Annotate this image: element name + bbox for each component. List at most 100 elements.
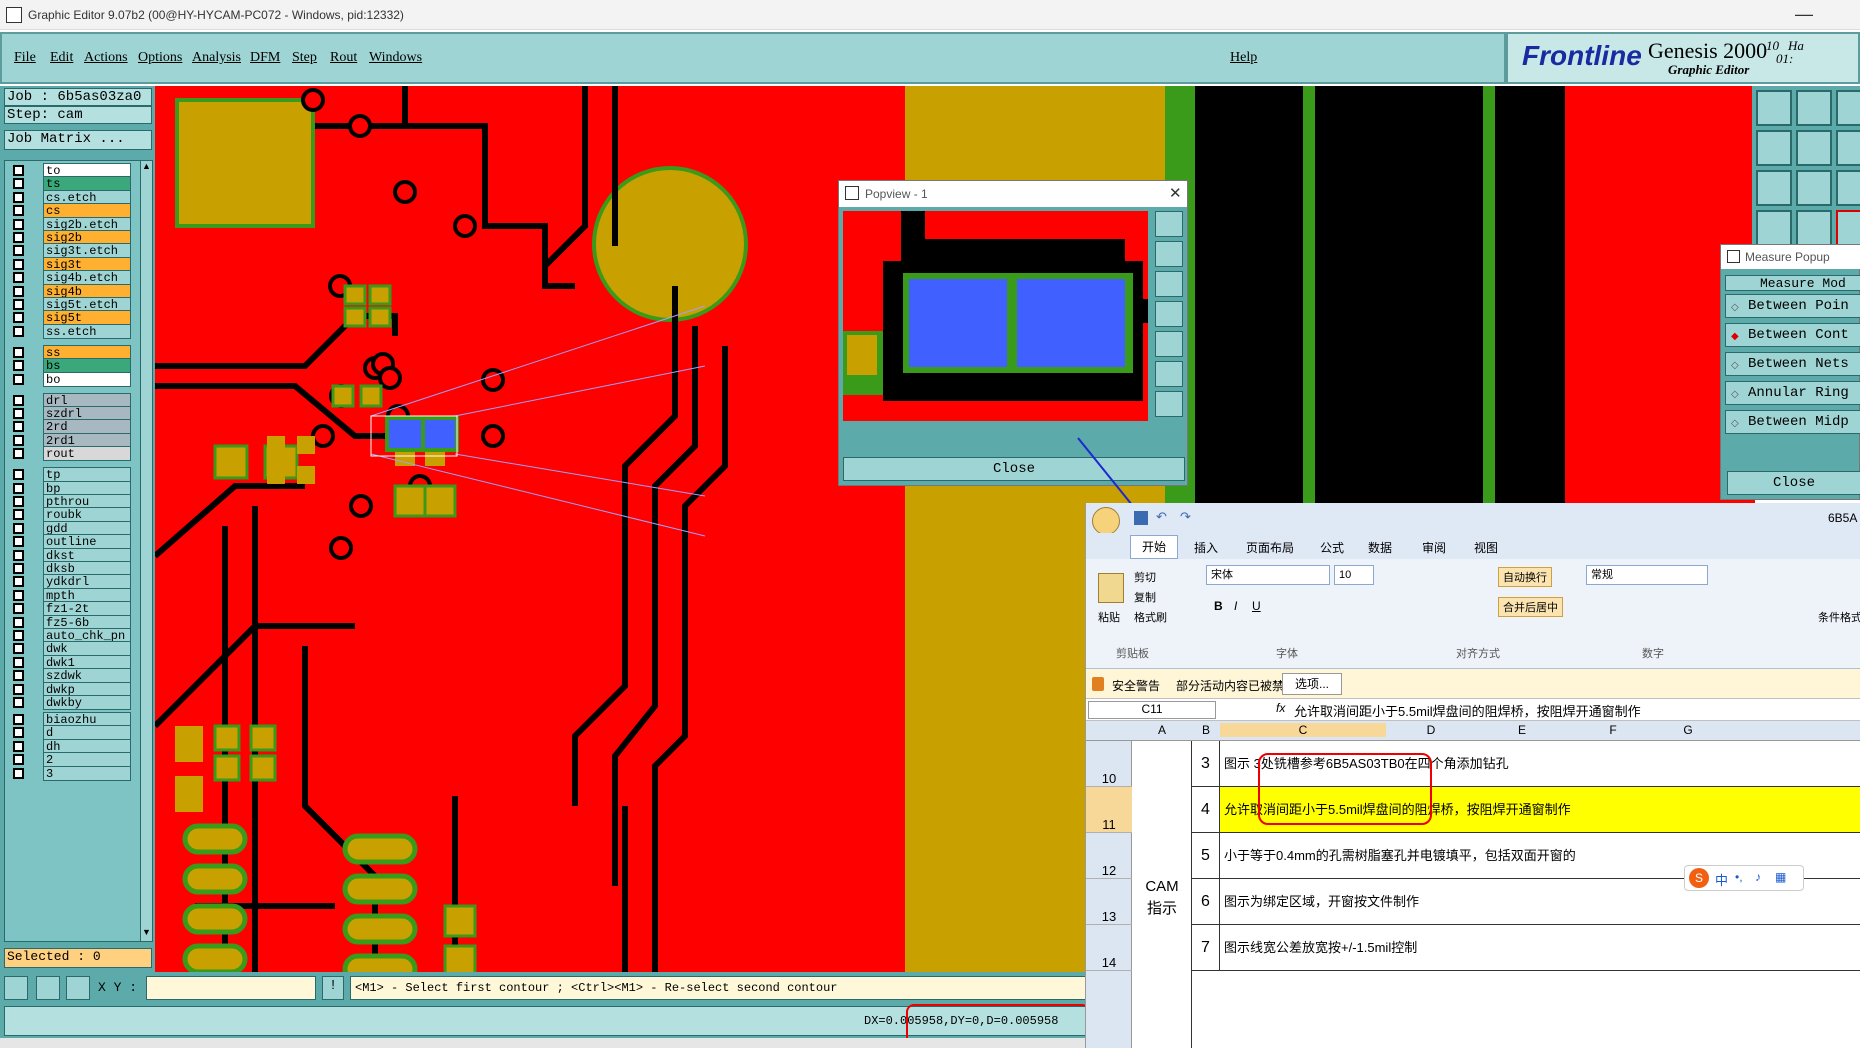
layer-checkbox[interactable] bbox=[13, 754, 24, 766]
layer-checkbox[interactable] bbox=[13, 191, 24, 203]
popview-right-icon[interactable] bbox=[1155, 331, 1183, 357]
scroll-up-icon[interactable]: ▲ bbox=[142, 161, 151, 173]
layer-checkbox[interactable] bbox=[13, 740, 24, 752]
tab-view[interactable]: 视图 bbox=[1474, 539, 1498, 556]
layer-checkbox[interactable] bbox=[13, 232, 24, 243]
layer-row[interactable]: 3 bbox=[7, 765, 131, 781]
options-button[interactable]: 选项... bbox=[1282, 673, 1342, 695]
layer-checkbox[interactable] bbox=[13, 522, 24, 534]
item-number[interactable]: 4 bbox=[1192, 787, 1220, 833]
menu-edit[interactable]: Edit bbox=[50, 50, 73, 66]
popview-drawing[interactable] bbox=[843, 211, 1148, 421]
info-icon[interactable]: ! bbox=[322, 976, 344, 1000]
layer-checkbox[interactable] bbox=[13, 670, 24, 682]
between-contours-option[interactable]: Between Cont bbox=[1725, 323, 1860, 347]
instruction-cell[interactable]: 允许取消间距小于5.5mil焊盘间的阻焊桥，按阻焊开通窗制作 bbox=[1220, 787, 1860, 833]
formula-input[interactable]: 允许取消间距小于5.5mil焊盘间的阻焊桥，按阻焊开通窗制作 bbox=[1294, 701, 1641, 720]
instruction-cell[interactable]: 图示线宽公差放宽按+/-1.5mil控制 bbox=[1220, 925, 1860, 971]
format-painter-button[interactable]: 格式刷 bbox=[1134, 609, 1167, 625]
popview-center-icon[interactable] bbox=[1155, 391, 1183, 417]
paste-icon[interactable] bbox=[1098, 573, 1124, 603]
col-g[interactable]: G bbox=[1658, 723, 1718, 737]
layer-row[interactable]: ss.etch bbox=[7, 323, 131, 339]
sogou-icon[interactable]: S bbox=[1689, 868, 1709, 888]
pan-up-icon[interactable] bbox=[1836, 130, 1860, 166]
row-header[interactable]: 14 bbox=[1086, 925, 1132, 971]
tab-data[interactable]: 数据 bbox=[1368, 539, 1392, 556]
layer-checkbox[interactable] bbox=[13, 616, 24, 628]
measure-close-button[interactable]: Close bbox=[1727, 471, 1860, 495]
layer-checkbox[interactable] bbox=[13, 272, 24, 284]
layer-row[interactable]: rout bbox=[7, 446, 131, 462]
layer-checkbox[interactable] bbox=[13, 218, 24, 230]
layer-checkbox[interactable] bbox=[13, 373, 24, 385]
menu-analysis[interactable]: Analysis bbox=[192, 50, 241, 66]
merge-center-button[interactable]: 合并后居中 bbox=[1498, 597, 1563, 617]
snap-icon[interactable] bbox=[1756, 210, 1792, 246]
layer-checkbox[interactable] bbox=[13, 360, 24, 372]
close-icon[interactable]: ✕ bbox=[1169, 184, 1182, 202]
save-icon[interactable] bbox=[1134, 511, 1148, 525]
layer-checkbox[interactable] bbox=[13, 482, 24, 494]
layer-checkbox[interactable] bbox=[13, 549, 24, 561]
keyboard-icon[interactable]: ▦ bbox=[1775, 870, 1786, 884]
underline-button[interactable]: U bbox=[1252, 599, 1261, 613]
layer-checkbox[interactable] bbox=[13, 683, 24, 695]
menu-rout[interactable]: Rout bbox=[330, 50, 357, 66]
menu-help[interactable]: Help bbox=[1230, 50, 1257, 66]
menu-dfm[interactable]: DFM bbox=[250, 50, 280, 66]
col-c[interactable]: C bbox=[1220, 723, 1386, 737]
between-nets-option[interactable]: Between Nets bbox=[1725, 352, 1860, 376]
font-size-select[interactable]: 10 bbox=[1334, 565, 1374, 585]
layer-checkbox[interactable] bbox=[13, 448, 24, 460]
layer-checkbox[interactable] bbox=[13, 643, 24, 655]
layer-row[interactable]: bo bbox=[7, 371, 131, 387]
item-number[interactable]: 3 bbox=[1192, 741, 1220, 787]
paste-label[interactable]: 粘贴 bbox=[1098, 609, 1120, 625]
layer-checkbox[interactable] bbox=[13, 630, 24, 641]
pan-right-icon[interactable] bbox=[1796, 130, 1832, 166]
menu-actions[interactable]: Actions bbox=[84, 50, 128, 66]
layer-checkbox[interactable] bbox=[13, 496, 24, 507]
layer-checkbox[interactable] bbox=[13, 563, 24, 574]
zoom-out-icon[interactable] bbox=[1836, 90, 1860, 126]
ime-toolbar[interactable]: S 中 •, ♪ ▦ bbox=[1684, 865, 1804, 891]
item-number[interactable]: 6 bbox=[1192, 879, 1220, 925]
layer-checkbox[interactable] bbox=[13, 245, 24, 257]
redo-icon[interactable]: ↷ bbox=[1180, 509, 1191, 525]
undo-icon[interactable]: ↶ bbox=[1156, 509, 1167, 525]
font-name-select[interactable]: 宋体 bbox=[1206, 565, 1330, 585]
punct-icon[interactable]: •, bbox=[1735, 870, 1743, 884]
menu-step[interactable]: Step bbox=[292, 50, 317, 66]
zoom-in-icon[interactable] bbox=[1796, 90, 1832, 126]
grid-icon[interactable] bbox=[1796, 210, 1832, 246]
menu-windows[interactable]: Windows bbox=[369, 50, 422, 66]
grid-tool-icon[interactable] bbox=[66, 976, 90, 1000]
layer-checkbox[interactable] bbox=[13, 697, 24, 708]
col-b[interactable]: B bbox=[1192, 723, 1220, 737]
mic-icon[interactable]: ♪ bbox=[1755, 870, 1761, 884]
layer-checkbox[interactable] bbox=[13, 767, 24, 779]
row-header[interactable]: 13 bbox=[1086, 879, 1132, 925]
layer-checkbox[interactable] bbox=[13, 394, 24, 406]
item-number[interactable]: 7 bbox=[1192, 925, 1220, 971]
popview-down-icon[interactable] bbox=[1155, 271, 1183, 297]
job-matrix-button[interactable]: Job Matrix ... bbox=[4, 130, 152, 150]
layer-checkbox[interactable] bbox=[13, 178, 24, 190]
tab-insert[interactable]: 插入 bbox=[1194, 539, 1218, 556]
layer-checkbox[interactable] bbox=[13, 165, 24, 176]
conditional-format-button[interactable]: 条件格式 bbox=[1818, 609, 1860, 625]
name-box[interactable]: C11 bbox=[1088, 701, 1216, 719]
layer-name[interactable]: bo bbox=[43, 371, 131, 387]
popview-left-icon[interactable] bbox=[1155, 301, 1183, 327]
menu-options[interactable]: Options bbox=[138, 50, 182, 66]
annular-ring-option[interactable]: Annular Ring bbox=[1725, 381, 1860, 405]
pan-left-icon[interactable] bbox=[1756, 130, 1792, 166]
tab-review[interactable]: 审阅 bbox=[1422, 539, 1446, 556]
bold-button[interactable]: B bbox=[1214, 599, 1223, 613]
col-f[interactable]: F bbox=[1568, 723, 1658, 737]
zoom-home-icon[interactable] bbox=[1756, 90, 1792, 126]
layer-checkbox[interactable] bbox=[13, 656, 24, 668]
layer-checkbox[interactable] bbox=[13, 509, 24, 521]
popview-close-button[interactable]: Close bbox=[843, 457, 1185, 481]
